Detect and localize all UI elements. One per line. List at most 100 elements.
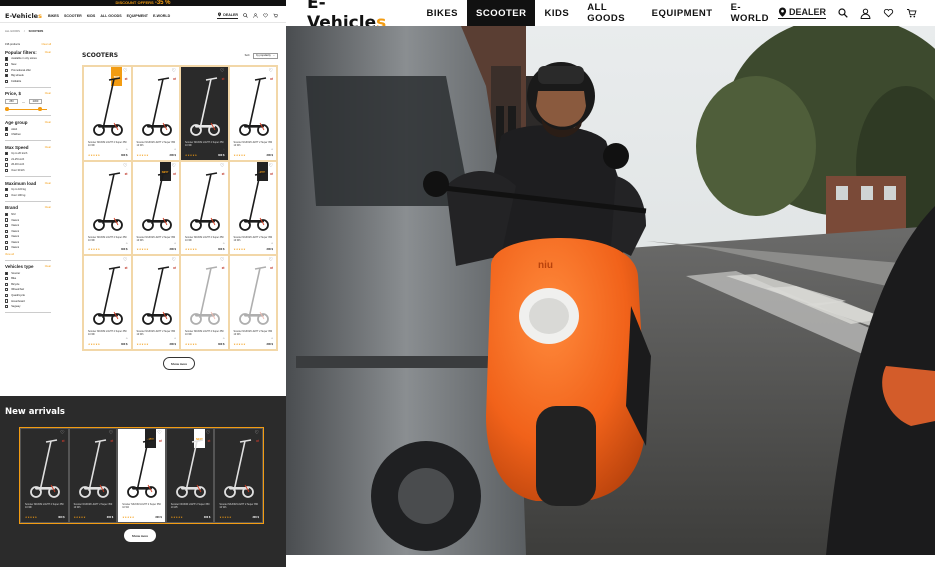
- compare-icon[interactable]: ⇄: [270, 266, 273, 270]
- wishlist-heart-icon[interactable]: ♡: [220, 69, 224, 74]
- checkbox[interactable]: [5, 271, 9, 275]
- checkbox[interactable]: [5, 277, 9, 281]
- checkbox[interactable]: [5, 62, 9, 67]
- product-card[interactable]: ♡ ⇄ Scooter NIUKIM LIGHT 2 Super 350 10 Wh…: [83, 160, 132, 255]
- compare-icon[interactable]: ⇄: [125, 172, 128, 176]
- wishlist-heart-icon[interactable]: ♡: [172, 163, 176, 169]
- wishlist-heart-icon[interactable]: ♡: [123, 258, 127, 263]
- product-card[interactable]: -15% ♡ ⇄ Scooter NIUKIM LIGHT 2 Super 350 1…: [228, 160, 277, 255]
- dealer-link[interactable]: DEALER: [217, 12, 238, 19]
- wishlist-heart-icon[interactable]: ♡: [254, 431, 258, 436]
- product-name[interactable]: Scooter NIUKIM LIGHT 2 Super 350 10 Wh: [25, 503, 65, 509]
- clear-popular-link[interactable]: Clear: [45, 51, 51, 54]
- filter-option[interactable]: Xiaomi: [5, 218, 51, 222]
- filter-option[interactable]: 26-30 km/h: [5, 163, 51, 167]
- filter-option[interactable]: Over 30 k/h: [5, 168, 51, 173]
- cart-icon[interactable]: ⌂: [126, 241, 128, 245]
- clear-vehicles-link[interactable]: Clear: [45, 265, 51, 268]
- product-card[interactable]: ♡ ⇄ Scooter NIUKIM LIGHT 2 Super 350 10 Wh…: [131, 66, 180, 161]
- wishlist-heart-icon[interactable]: ♡: [172, 258, 176, 263]
- nav-item-e-world[interactable]: E-WORLD: [153, 14, 170, 18]
- product-card[interactable]: ♡ ⇄ Scooter NIUKIM LIGHT 2 Super 350 10 Wh…: [180, 255, 229, 350]
- wishlist-heart-icon[interactable]: ♡: [206, 431, 210, 436]
- filter-group-vehicles[interactable]: Vehicles type Clear: [5, 264, 51, 269]
- checkbox[interactable]: [5, 68, 9, 72]
- checkbox[interactable]: [5, 188, 9, 192]
- wishlist-heart-icon[interactable]: ♡: [157, 431, 161, 436]
- nav-item-scooter[interactable]: SCOOTER: [64, 14, 82, 18]
- checkbox[interactable]: [5, 299, 9, 303]
- main-dealer-link[interactable]: DEALER: [777, 7, 826, 19]
- product-card[interactable]: ♡ ⇄ Scooter NIUKIM LIGHT 2 Super 350 10 Wh…: [228, 255, 277, 350]
- compare-icon[interactable]: ⇄: [173, 77, 176, 81]
- compare-icon[interactable]: ⇄: [125, 77, 128, 81]
- checkbox[interactable]: [5, 127, 9, 131]
- filter-option[interactable]: Xiaomi: [5, 229, 51, 233]
- cart-icon[interactable]: ⌂: [271, 147, 273, 151]
- cart-icon[interactable]: ⌂: [223, 147, 225, 151]
- product-name[interactable]: Scooter NIUKIM LIGHT 2 Super 350 10 Wh: [137, 330, 177, 336]
- checkbox[interactable]: [5, 193, 9, 197]
- wishlist-heart-icon[interactable]: ♡: [220, 258, 224, 263]
- filter-option[interactable]: Promotional offer: [5, 68, 51, 72]
- cart-icon[interactable]: [273, 13, 278, 18]
- main-heart-icon[interactable]: [883, 8, 894, 18]
- compare-icon[interactable]: ⇄: [208, 439, 211, 443]
- user-icon[interactable]: [253, 13, 258, 18]
- main-search-icon[interactable]: [838, 8, 848, 18]
- wishlist-heart-icon[interactable]: ♡: [172, 69, 176, 74]
- arrival-card[interactable]: -15% ♡ ⇄ Scooter NIUKIM LIGHT 2 Super 350 1…: [117, 428, 166, 523]
- compare-icon[interactable]: ⇄: [125, 266, 128, 270]
- discount-banner[interactable]: DISCOUNT OFFERS -35 %: [0, 0, 286, 6]
- cart-icon[interactable]: ⌂: [223, 336, 225, 340]
- breadcrumb-root[interactable]: ALL GOODS: [5, 30, 20, 33]
- checkbox[interactable]: [5, 74, 9, 78]
- clear-load-link[interactable]: Clear: [45, 182, 51, 185]
- arrival-card[interactable]: ♡ ⇄ Scooter NIUKIM LIGHT 2 Super 350 10 Wh…: [68, 428, 118, 523]
- heart-icon[interactable]: [263, 13, 268, 18]
- price-slider[interactable]: [5, 107, 51, 112]
- main-nav-item-scooter[interactable]: SCOOTER: [467, 0, 536, 26]
- checkbox[interactable]: [5, 152, 9, 156]
- filter-option[interactable]: NIU: [5, 212, 51, 217]
- filter-group-load[interactable]: Maximum load Clear: [5, 181, 51, 186]
- arrival-card[interactable]: NEW ♡ ⇄ Scooter NIUKIM LIGHT 2 Super 350 10…: [165, 428, 215, 523]
- compare-icon[interactable]: ⇄: [173, 266, 176, 270]
- checkbox[interactable]: [5, 282, 9, 286]
- filter-option[interactable]: Adult: [5, 127, 51, 131]
- checkbox[interactable]: [5, 57, 9, 61]
- main-nav-item-bikes[interactable]: BIKES: [417, 0, 467, 26]
- checkbox[interactable]: [5, 157, 9, 161]
- price-min-input[interactable]: 250: [5, 99, 18, 105]
- clear-speed-link[interactable]: Clear: [45, 146, 51, 149]
- filter-option[interactable]: Over 100 kg: [5, 193, 51, 197]
- checkbox[interactable]: [5, 288, 9, 292]
- nav-item-kids[interactable]: KIDS: [87, 14, 96, 18]
- wishlist-heart-icon[interactable]: ♡: [109, 431, 113, 436]
- product-card[interactable]: ♡ ⇄ Scooter NIUKIM LIGHT 2 Super 350 10 Wh…: [131, 255, 180, 350]
- product-name[interactable]: Scooter NIUKIM LIGHT 2 Super 350 10 Wh: [185, 330, 225, 336]
- filter-option[interactable]: Big wheels: [5, 74, 51, 78]
- new-arrivals-show-more-button[interactable]: Show more: [124, 529, 156, 542]
- filter-option[interactable]: Quadricycle: [5, 293, 51, 298]
- compare-icon[interactable]: ⇄: [222, 266, 225, 270]
- filter-option[interactable]: Segway: [5, 304, 51, 309]
- checkbox[interactable]: [5, 293, 9, 298]
- nav-item-bikes[interactable]: BIKES: [48, 14, 59, 18]
- filter-option[interactable]: Wheelchair: [5, 288, 51, 292]
- cart-icon[interactable]: ⌂: [174, 241, 176, 245]
- main-user-icon[interactable]: [860, 8, 871, 19]
- compare-icon[interactable]: ⇄: [256, 439, 259, 443]
- compare-icon[interactable]: ⇄: [222, 77, 225, 81]
- nav-item-equipment[interactable]: EQUIPMENT: [127, 14, 148, 18]
- filter-option[interactable]: Bicycle: [5, 282, 51, 286]
- product-name[interactable]: Scooter NIUKIM LIGHT 2 Super 350 10 Wh: [88, 236, 128, 242]
- logo[interactable]: E-Vehicles: [5, 12, 42, 20]
- filter-group-brand[interactable]: Brand Clear: [5, 205, 51, 210]
- filter-option[interactable]: Bike: [5, 277, 51, 281]
- product-card[interactable]: TOP ♡ ⇄ Scooter NIUKIM LIGHT 2 Super 350 10…: [83, 66, 132, 161]
- filter-option[interactable]: Available in city stores: [5, 57, 51, 61]
- product-name[interactable]: Scooter NIUKIM LIGHT 2 Super 350 10 Wh: [88, 330, 128, 336]
- product-card[interactable]: ♡ ⇄ Scooter NIUKIM LIGHT 2 Super 350 10 Wh…: [180, 66, 229, 161]
- compare-icon[interactable]: ⇄: [270, 77, 273, 81]
